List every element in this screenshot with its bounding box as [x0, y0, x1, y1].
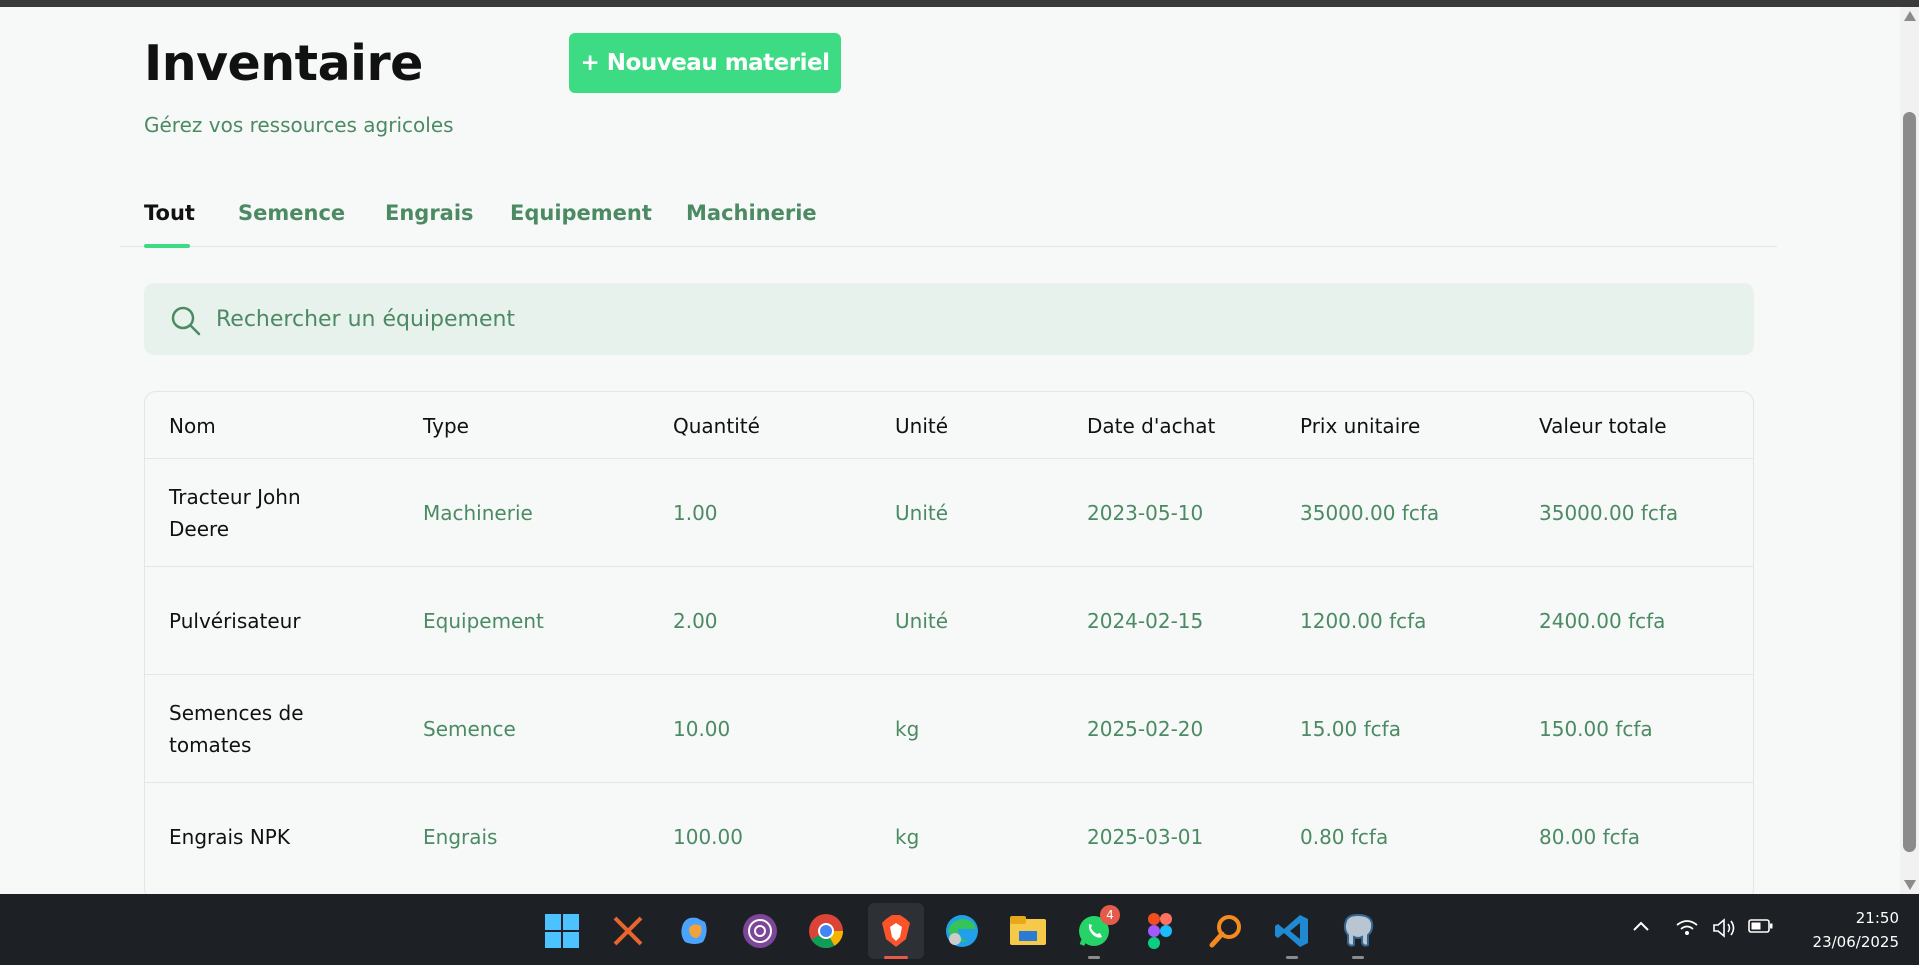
tab-tout[interactable]: Tout [144, 201, 195, 225]
whatsapp-running-indicator [1088, 956, 1100, 959]
table-header: Nom Type Quantité Unité Date d'achat Pri… [145, 392, 1753, 459]
cell-nom: Semences de tomates [169, 700, 304, 757]
cell-valeur-totale: 150.00 fcfa [1539, 716, 1653, 741]
whatsapp-icon[interactable]: 4 [1074, 905, 1120, 951]
file-explorer-icon[interactable] [1008, 911, 1048, 951]
vscode-running-indicator [1286, 956, 1298, 959]
column-header-quantite[interactable]: Quantité [673, 414, 760, 438]
tab-engrais[interactable]: Engrais [385, 201, 474, 225]
tab-semence[interactable]: Semence [238, 201, 345, 225]
cell-type: Semence [423, 716, 516, 741]
brave-active-indicator [884, 956, 908, 959]
cell-nom: Tracteur John Deere [169, 484, 301, 541]
cell-valeur-totale: 35000.00 fcfa [1539, 500, 1679, 525]
table-row[interactable]: Semences de tomates Semence 10.00 kg 202… [145, 675, 1753, 783]
table-row[interactable]: Pulvérisateur Equipement 2.00 Unité 2024… [145, 567, 1753, 675]
edge-icon[interactable] [942, 911, 982, 951]
copilot-icon[interactable] [674, 911, 714, 951]
column-header-type[interactable]: Type [423, 414, 469, 438]
search-icon [171, 306, 201, 336]
figma-icon[interactable] [1140, 911, 1180, 951]
page-title: Inventaire [144, 35, 423, 92]
cell-valeur-totale: 2400.00 fcfa [1539, 608, 1666, 633]
cell-prix-unitaire: 1200.00 fcfa [1300, 608, 1427, 633]
inventory-table: Nom Type Quantité Unité Date d'achat Pri… [144, 391, 1754, 894]
table-row[interactable]: Tracteur John Deere Machinerie 1.00 Unit… [145, 459, 1753, 567]
cell-quantite: 10.00 [673, 716, 731, 741]
tab-equipement[interactable]: Equipement [510, 201, 652, 225]
wifi-icon[interactable] [1676, 918, 1698, 940]
postgresql-icon[interactable] [1338, 911, 1378, 951]
cell-prix-unitaire: 0.80 fcfa [1300, 825, 1389, 849]
vertical-scrollbar[interactable] [1900, 7, 1919, 894]
tor-browser-icon[interactable] [740, 911, 780, 951]
postgresql-running-indicator [1352, 956, 1364, 959]
volume-icon[interactable] [1712, 918, 1738, 942]
chevron-up-icon[interactable] [1632, 918, 1650, 937]
column-header-unite[interactable]: Unité [895, 414, 948, 438]
search-input[interactable] [216, 297, 1716, 341]
x-app-icon[interactable] [608, 911, 648, 951]
vscode-icon[interactable] [1272, 911, 1312, 951]
cell-nom: Engrais NPK [169, 825, 290, 849]
cell-unite: kg [895, 716, 920, 741]
new-material-button[interactable]: + Nouveau materiel [569, 33, 841, 93]
cell-date-achat: 2025-03-01 [1087, 825, 1204, 849]
cell-date-achat: 2023-05-10 [1087, 500, 1204, 525]
search-app-icon[interactable] [1206, 911, 1246, 951]
active-tab-indicator [144, 244, 190, 248]
cell-prix-unitaire: 15.00 fcfa [1300, 716, 1401, 741]
window-top-border [0, 0, 1919, 7]
brave-browser-icon[interactable] [868, 903, 924, 959]
cell-type: Machinerie [423, 500, 533, 525]
cell-quantite: 1.00 [673, 500, 718, 525]
windows-start-icon[interactable] [542, 911, 582, 951]
clock-date: 23/06/2025 [1812, 933, 1899, 951]
clock-time: 21:50 [1855, 909, 1899, 927]
clock[interactable]: 21:50 23/06/2025 [1813, 906, 1899, 954]
cell-unite: kg [895, 825, 920, 849]
cell-type: Engrais [423, 825, 498, 849]
cell-quantite: 2.00 [673, 608, 718, 633]
scroll-up-arrow-icon[interactable] [1904, 11, 1916, 21]
search-bar[interactable] [144, 283, 1754, 355]
app-viewport: Inventaire + Nouveau materiel Gérez vos … [0, 7, 1900, 894]
cell-date-achat: 2025-02-20 [1087, 716, 1204, 741]
whatsapp-notification-badge: 4 [1100, 905, 1120, 925]
page-subtitle: Gérez vos ressources agricoles [144, 113, 454, 137]
cell-date-achat: 2024-02-15 [1087, 608, 1204, 633]
cell-nom: Pulvérisateur [169, 608, 301, 633]
tab-machinerie[interactable]: Machinerie [686, 201, 817, 225]
cell-valeur-totale: 80.00 fcfa [1539, 825, 1640, 849]
cell-unite: Unité [895, 500, 949, 525]
scroll-down-arrow-icon[interactable] [1904, 880, 1916, 890]
taskbar: 4 21:50 23/06/2025 [0, 894, 1919, 965]
chrome-icon[interactable] [806, 911, 846, 951]
cell-unite: Unité [895, 608, 949, 633]
column-header-prix-unitaire[interactable]: Prix unitaire [1300, 414, 1420, 438]
column-header-valeur-totale[interactable]: Valeur totale [1539, 414, 1667, 438]
column-header-date-achat[interactable]: Date d'achat [1087, 414, 1215, 438]
table-row[interactable]: Engrais NPK Engrais 100.00 kg 2025-03-01… [145, 783, 1753, 891]
category-tabs: Tout Semence Engrais Equipement Machiner… [120, 183, 1777, 248]
column-header-nom[interactable]: Nom [169, 414, 216, 438]
battery-icon[interactable] [1748, 918, 1774, 938]
scroll-thumb[interactable] [1903, 112, 1916, 852]
cell-prix-unitaire: 35000.00 fcfa [1300, 500, 1440, 525]
cell-type: Equipement [423, 608, 544, 633]
cell-quantite: 100.00 [673, 825, 743, 849]
